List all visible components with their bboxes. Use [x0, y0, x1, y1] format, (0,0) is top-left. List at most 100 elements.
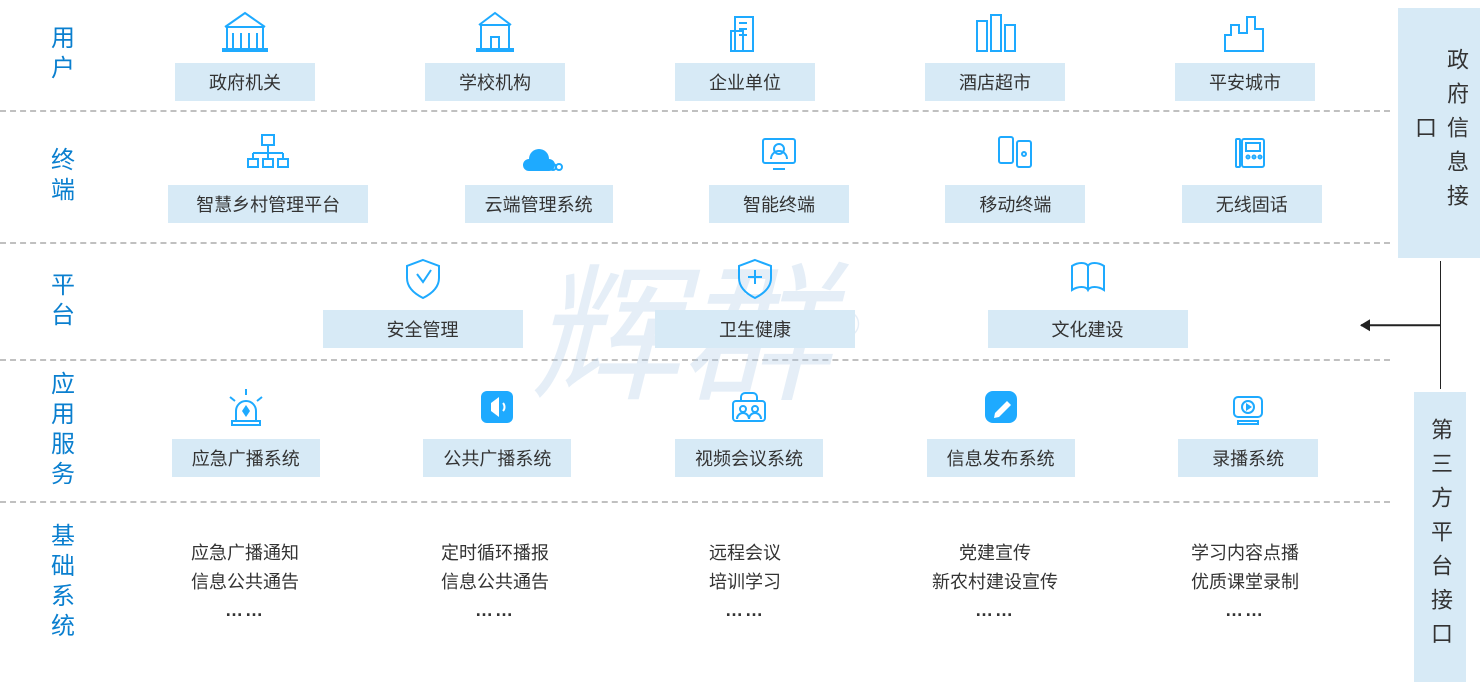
base-line3: …… [895, 596, 1095, 625]
office-building-icon [721, 7, 769, 55]
label-box: 智能终端 [709, 185, 849, 223]
label-box: 视频会议系统 [675, 439, 823, 477]
right-bottom-label: 第三方平台接口 [1424, 418, 1456, 656]
base-line2: 优质课堂录制 [1145, 568, 1345, 597]
label-box: 酒店超市 [925, 63, 1065, 101]
cell-cloud-mgmt: 云端管理系统 [465, 129, 613, 223]
base-line2: 信息公共通告 [145, 568, 345, 597]
cell-wireless-phone: 无线固话 [1182, 129, 1322, 223]
row-content-platform: 安全管理 卫生健康 文化建设 [120, 244, 1390, 360]
base-line1: 定时循环播报 [395, 539, 595, 568]
row-label-basesystem: 基础系统 [43, 523, 78, 643]
arrow-left-icon [1361, 324, 1441, 326]
base-line2: 信息公共通告 [395, 568, 595, 597]
row-label-col: 应用服务 [0, 371, 120, 491]
right-panel: 政府信息接口 第三方平台接口 [1390, 0, 1480, 690]
row-label-appservices: 应用服务 [43, 371, 78, 491]
cell-village-platform: 智慧乡村管理平台 [168, 129, 368, 223]
label-box: 移动终端 [945, 185, 1085, 223]
cell-public-broadcast: 公共广播系统 [423, 383, 571, 477]
monitor-user-icon [755, 129, 803, 177]
base-line3: …… [145, 596, 345, 625]
cell-mobile-terminal: 移动终端 [945, 129, 1085, 223]
label-box: 公共广播系统 [423, 439, 571, 477]
connector-line [1440, 261, 1441, 389]
row-label-users: 用户 [43, 25, 78, 85]
label-box: 文化建设 [988, 310, 1188, 348]
row-label-col: 用户 [0, 25, 120, 85]
row-label-platform: 平台 [43, 272, 78, 332]
medical-shield-icon [731, 254, 779, 302]
diagram-root: 辉群® 用户 政府机关 学校机构 企业单位 酒店超市 平安城市 终端 智慧乡村管… [0, 0, 1480, 690]
conference-icon [725, 383, 773, 431]
row-content-basesystem: 应急广播通知信息公共通告…… 定时循环播报信息公共通告…… 远程会议培训学习……… [120, 529, 1390, 637]
cell-emergency-broadcast: 应急广播系统 [172, 383, 320, 477]
government-building-icon [221, 7, 269, 55]
row-users: 用户 政府机关 学校机构 企业单位 酒店超市 平安城市 [0, 0, 1390, 110]
row-label-col: 终端 [0, 147, 120, 207]
label-box: 政府机关 [175, 63, 315, 101]
row-content-terminals: 智慧乡村管理平台 云端管理系统 智能终端 移动终端 无线固话 [120, 119, 1390, 235]
base-cell: 远程会议培训学习…… [645, 539, 845, 625]
cell-government: 政府机关 [175, 7, 315, 101]
label-box: 企业单位 [675, 63, 815, 101]
cell-recording: 录播系统 [1178, 383, 1318, 477]
edit-note-icon [977, 383, 1025, 431]
base-line3: …… [645, 596, 845, 625]
hotel-buildings-icon [971, 7, 1019, 55]
base-cell: 应急广播通知信息公共通告…… [145, 539, 345, 625]
label-box: 无线固话 [1182, 185, 1322, 223]
cell-video-conf: 视频会议系统 [675, 383, 823, 477]
label-box: 智慧乡村管理平台 [168, 185, 368, 223]
shield-icon [399, 254, 447, 302]
cloud-users-icon [515, 129, 563, 177]
cell-security-mgmt: 安全管理 [323, 254, 523, 348]
base-line3: …… [395, 596, 595, 625]
base-line3: …… [1145, 596, 1345, 625]
base-cell: 学习内容点播优质课堂录制…… [1145, 539, 1345, 625]
label-box: 云端管理系统 [465, 185, 613, 223]
network-nodes-icon [244, 129, 292, 177]
row-content-appservices: 应急广播系统 公共广播系统 视频会议系统 信息发布系统 录播系统 [120, 373, 1390, 489]
label-box: 应急广播系统 [172, 439, 320, 477]
row-basesystem: 基础系统 应急广播通知信息公共通告…… 定时循环播报信息公共通告…… 远程会议培… [0, 503, 1390, 663]
mobile-devices-icon [991, 129, 1039, 177]
base-line1: 学习内容点播 [1145, 539, 1345, 568]
book-icon [1064, 254, 1112, 302]
main-grid: 辉群® 用户 政府机关 学校机构 企业单位 酒店超市 平安城市 终端 智慧乡村管… [0, 0, 1390, 690]
label-box: 信息发布系统 [927, 439, 1075, 477]
base-line1: 应急广播通知 [145, 539, 345, 568]
label-box: 卫生健康 [655, 310, 855, 348]
label-box: 安全管理 [323, 310, 523, 348]
cell-safecity: 平安城市 [1175, 7, 1315, 101]
right-box-thirdparty-interface: 第三方平台接口 [1414, 392, 1466, 682]
base-cell: 党建宣传新农村建设宣传…… [895, 539, 1095, 625]
row-appservices: 应用服务 应急广播系统 公共广播系统 视频会议系统 信息发布系统 录播系统 [0, 361, 1390, 501]
desk-phone-icon [1228, 129, 1276, 177]
base-line2: 培训学习 [645, 568, 845, 597]
row-label-terminals: 终端 [43, 147, 78, 207]
cell-info-publish: 信息发布系统 [927, 383, 1075, 477]
cell-school: 学校机构 [425, 7, 565, 101]
right-top-label: 政府信息接口 [1408, 33, 1472, 233]
school-building-icon [471, 7, 519, 55]
camera-record-icon [1224, 383, 1272, 431]
label-box: 录播系统 [1178, 439, 1318, 477]
city-skyline-icon [1221, 7, 1269, 55]
cell-health: 卫生健康 [655, 254, 855, 348]
cell-culture: 文化建设 [988, 254, 1188, 348]
row-label-col: 平台 [0, 272, 120, 332]
row-label-col: 基础系统 [0, 523, 120, 643]
base-line1: 党建宣传 [895, 539, 1095, 568]
cell-smart-terminal: 智能终端 [709, 129, 849, 223]
row-platform: 平台 安全管理 卫生健康 文化建设 [0, 244, 1390, 359]
speaker-icon [473, 383, 521, 431]
row-terminals: 终端 智慧乡村管理平台 云端管理系统 智能终端 移动终端 无线固话 [0, 112, 1390, 242]
right-box-gov-interface: 政府信息接口 [1398, 8, 1480, 258]
label-box: 平安城市 [1175, 63, 1315, 101]
base-cell: 定时循环播报信息公共通告…… [395, 539, 595, 625]
label-box: 学校机构 [425, 63, 565, 101]
row-content-users: 政府机关 学校机构 企业单位 酒店超市 平安城市 [120, 0, 1390, 113]
alarm-light-icon [222, 383, 270, 431]
cell-enterprise: 企业单位 [675, 7, 815, 101]
